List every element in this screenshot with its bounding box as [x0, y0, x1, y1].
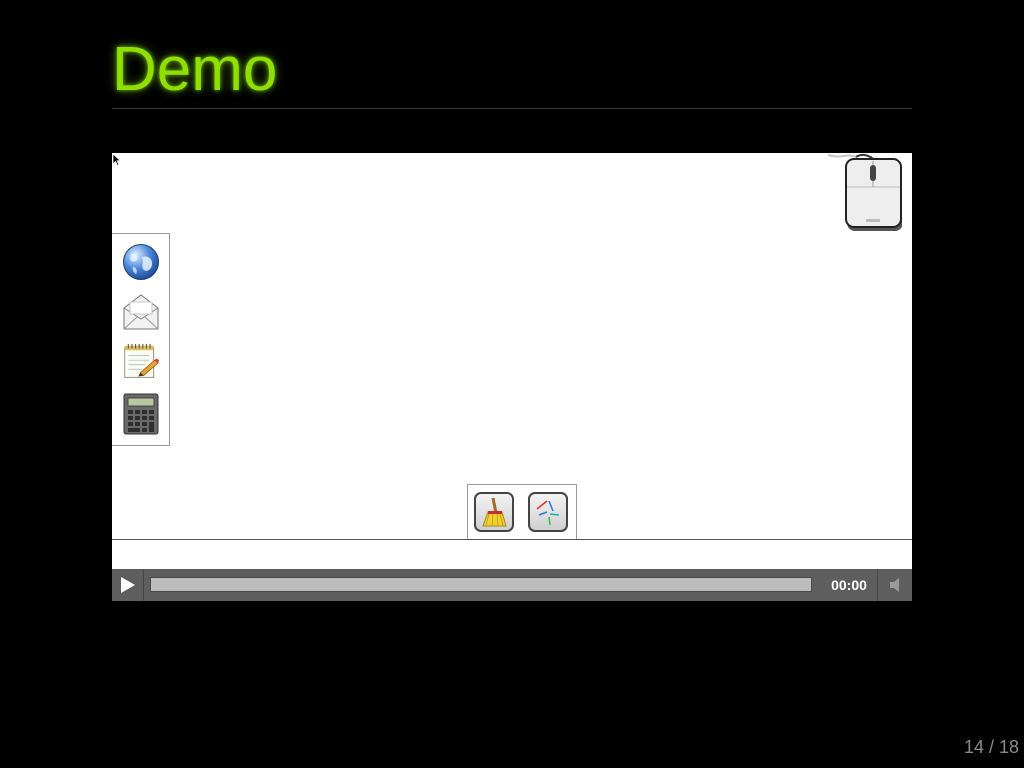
- title-divider: [112, 108, 912, 109]
- elapsed-time: 00:00: [831, 577, 867, 593]
- gesture-strokes-button[interactable]: [528, 492, 568, 532]
- play-icon: [120, 577, 135, 593]
- video-frame[interactable]: [112, 153, 912, 539]
- mouse-pointer-icon: [112, 153, 122, 167]
- slide-page-counter: 14 / 18: [963, 737, 1019, 757]
- dock-item-calculator[interactable]: [122, 393, 160, 435]
- dock-item-browser[interactable]: [122, 242, 160, 282]
- video-bottom-strip: [112, 540, 912, 569]
- play-button[interactable]: [112, 569, 143, 601]
- computer-mouse-icon: [827, 153, 902, 231]
- controls-divider: [877, 569, 878, 601]
- calculator-icon: [123, 393, 159, 435]
- dock-item-text-editor[interactable]: [122, 342, 160, 382]
- app-launcher-dock: [112, 233, 170, 446]
- speaker-muted-icon: [890, 578, 899, 592]
- notepad-icon: [124, 343, 160, 378]
- dock-item-mail[interactable]: [122, 292, 160, 332]
- media-controls: 00:00: [112, 569, 912, 601]
- clear-button[interactable]: [474, 492, 514, 532]
- mail-icon: [123, 294, 159, 330]
- drawing-toolbar: [467, 484, 577, 539]
- globe-icon: [123, 244, 159, 280]
- broom-icon: [482, 497, 507, 527]
- seek-bar[interactable]: [150, 577, 812, 592]
- strokes-icon: [536, 500, 560, 526]
- slide-title: Demo: [112, 35, 278, 104]
- controls-divider: [143, 569, 144, 601]
- volume-button[interactable]: [880, 569, 912, 601]
